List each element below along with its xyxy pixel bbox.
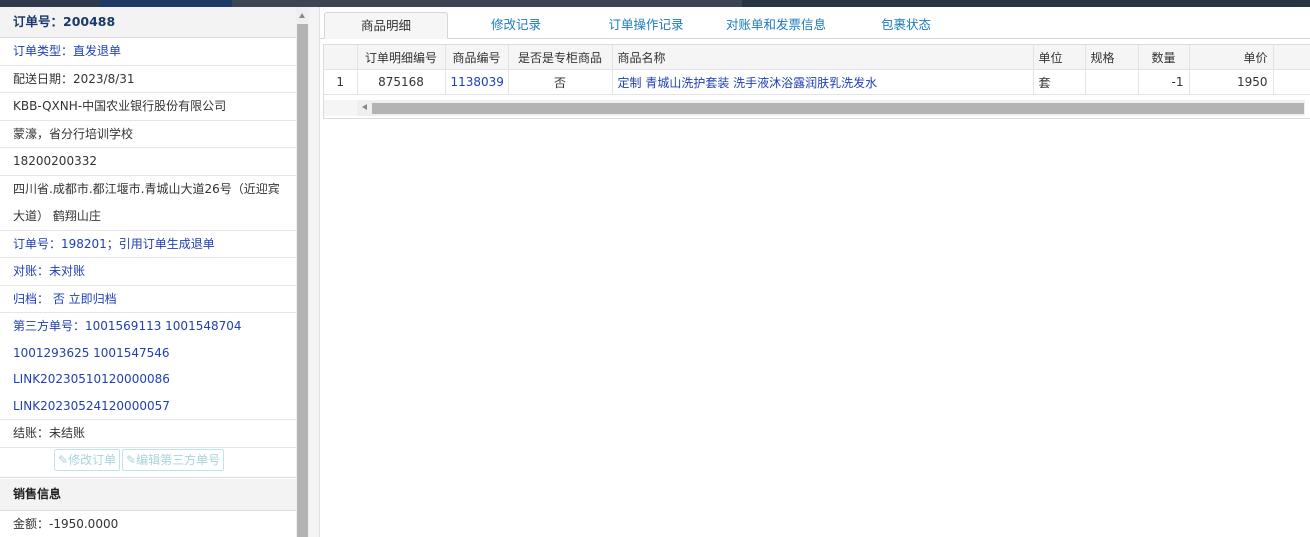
detail-tabs: 商品明细 修改记录 订单操作记录 对账单和发票信息 包裹状态 bbox=[320, 7, 1310, 39]
contact-phone: 18200200332 bbox=[0, 148, 296, 176]
edit-order-button[interactable]: ✎修改订单 bbox=[54, 448, 121, 471]
scrollbar-thumb[interactable] bbox=[372, 103, 1304, 114]
quantity-cell: -1 bbox=[1138, 69, 1190, 95]
edit-third-party-button[interactable]: ✎编辑第三方单号 bbox=[122, 448, 225, 471]
top-bar-segment bbox=[742, 0, 1310, 7]
product-name-link[interactable]: 定制 青城山洗护套装 洗手液沐浴露润肤乳洗发水 bbox=[612, 69, 1034, 95]
grid-header-product-no[interactable]: 商品编号 bbox=[445, 45, 509, 70]
settlement-status: 结账：未结账 bbox=[0, 420, 296, 448]
spec-cell bbox=[1085, 69, 1139, 95]
sales-amount: 金额：-1950.0000 bbox=[0, 511, 296, 537]
top-bar bbox=[0, 0, 1310, 7]
tab-order-operation-log[interactable]: 订单操作记录 bbox=[596, 12, 696, 37]
order-type: 订单类型：直发退单 bbox=[0, 38, 296, 66]
sales-info-header: 销售信息 bbox=[0, 478, 296, 511]
unit-cell: 套 bbox=[1033, 69, 1086, 95]
third-party-number[interactable]: 1001293625 1001547546 bbox=[0, 340, 296, 367]
grid-header-spec[interactable]: 规格 bbox=[1085, 45, 1139, 70]
grid-header-unit-price[interactable]: 单价 bbox=[1189, 45, 1274, 70]
grid-header-quantity[interactable]: 数量 bbox=[1138, 45, 1190, 70]
grid-horizontal-scrollbar[interactable] bbox=[357, 100, 1305, 116]
tab-statement-invoice[interactable]: 对账单和发票信息 bbox=[716, 12, 836, 37]
extra-cell bbox=[1273, 69, 1310, 95]
top-bar-segment bbox=[100, 0, 232, 7]
grid-header-rownum bbox=[324, 45, 358, 70]
grid-header-unit[interactable]: 单位 bbox=[1033, 45, 1086, 70]
edit-icon: ✎ bbox=[58, 452, 69, 467]
archive-status[interactable]: 归档： 否 立即归档 bbox=[0, 286, 296, 313]
grid-header-product-name[interactable]: 商品名称 bbox=[612, 45, 1034, 70]
third-party-number[interactable]: 第三方单号：1001569113 1001548704 bbox=[0, 313, 296, 340]
scroll-up-arrow-icon[interactable] bbox=[299, 13, 305, 18]
top-bar-segment bbox=[232, 0, 742, 7]
edit-icon: ✎ bbox=[126, 452, 137, 467]
grid-header-extra bbox=[1273, 45, 1310, 70]
panel-divider[interactable] bbox=[309, 7, 320, 537]
delivery-address: 四川省.成都市.都江堰市.青城山大道26号（近迎宾大道） 鹤翔山庄 bbox=[0, 176, 296, 231]
detail-number-cell: 875168 bbox=[357, 69, 446, 95]
row-number: 1 bbox=[324, 69, 358, 95]
contact-name: 蒙濠，省分行培训学校 bbox=[0, 121, 296, 148]
tab-product-details[interactable]: 商品明细 bbox=[324, 12, 448, 39]
third-party-number[interactable]: LINK20230510120000086 bbox=[0, 366, 296, 393]
product-number-link[interactable]: 1138039 bbox=[445, 69, 509, 95]
third-party-number[interactable]: LINK20230524120000057 bbox=[0, 393, 296, 420]
grid-header-is-counter[interactable]: 是否是专柜商品 bbox=[508, 45, 613, 70]
customer-company: KBB-QXNH-中国农业银行股份有限公司 bbox=[0, 93, 296, 121]
delivery-date: 配送日期：2023/8/31 bbox=[0, 66, 296, 93]
tab-package-status[interactable]: 包裹状态 bbox=[866, 12, 946, 37]
tab-modification-log[interactable]: 修改记录 bbox=[468, 12, 564, 37]
action-buttons: ✎修改订单 ✎编辑第三方单号 bbox=[0, 448, 296, 478]
scrollbar-thumb[interactable] bbox=[297, 24, 308, 537]
order-number-header: 订单号：200488 bbox=[0, 7, 296, 38]
unit-price-cell: 1950 bbox=[1189, 69, 1274, 95]
is-counter-cell: 否 bbox=[508, 69, 613, 95]
table-row[interactable]: 1 875168 1138039 否 定制 青城山洗护套装 洗手液沐浴露润肤乳洗… bbox=[324, 69, 1310, 95]
grid-header-row: 订单明细编号 商品编号 是否是专柜商品 商品名称 单位 规格 数量 单价 bbox=[324, 45, 1310, 70]
source-order-link[interactable]: 订单号：198201；引用订单生成退单 bbox=[0, 231, 296, 258]
grid-header-detail-no[interactable]: 订单明细编号 bbox=[357, 45, 446, 70]
scroll-left-arrow-icon[interactable] bbox=[362, 104, 367, 110]
left-panel-scrollbar[interactable] bbox=[296, 7, 309, 537]
reconciliation-status[interactable]: 对账：未对账 bbox=[0, 258, 296, 286]
product-detail-grid: 订单明细编号 商品编号 是否是专柜商品 商品名称 单位 规格 数量 单价 1 8… bbox=[323, 44, 1310, 119]
scroll-corner bbox=[324, 100, 358, 116]
order-info-panel: 订单号：200488 订单类型：直发退单 配送日期：2023/8/31 KBB-… bbox=[0, 7, 297, 537]
